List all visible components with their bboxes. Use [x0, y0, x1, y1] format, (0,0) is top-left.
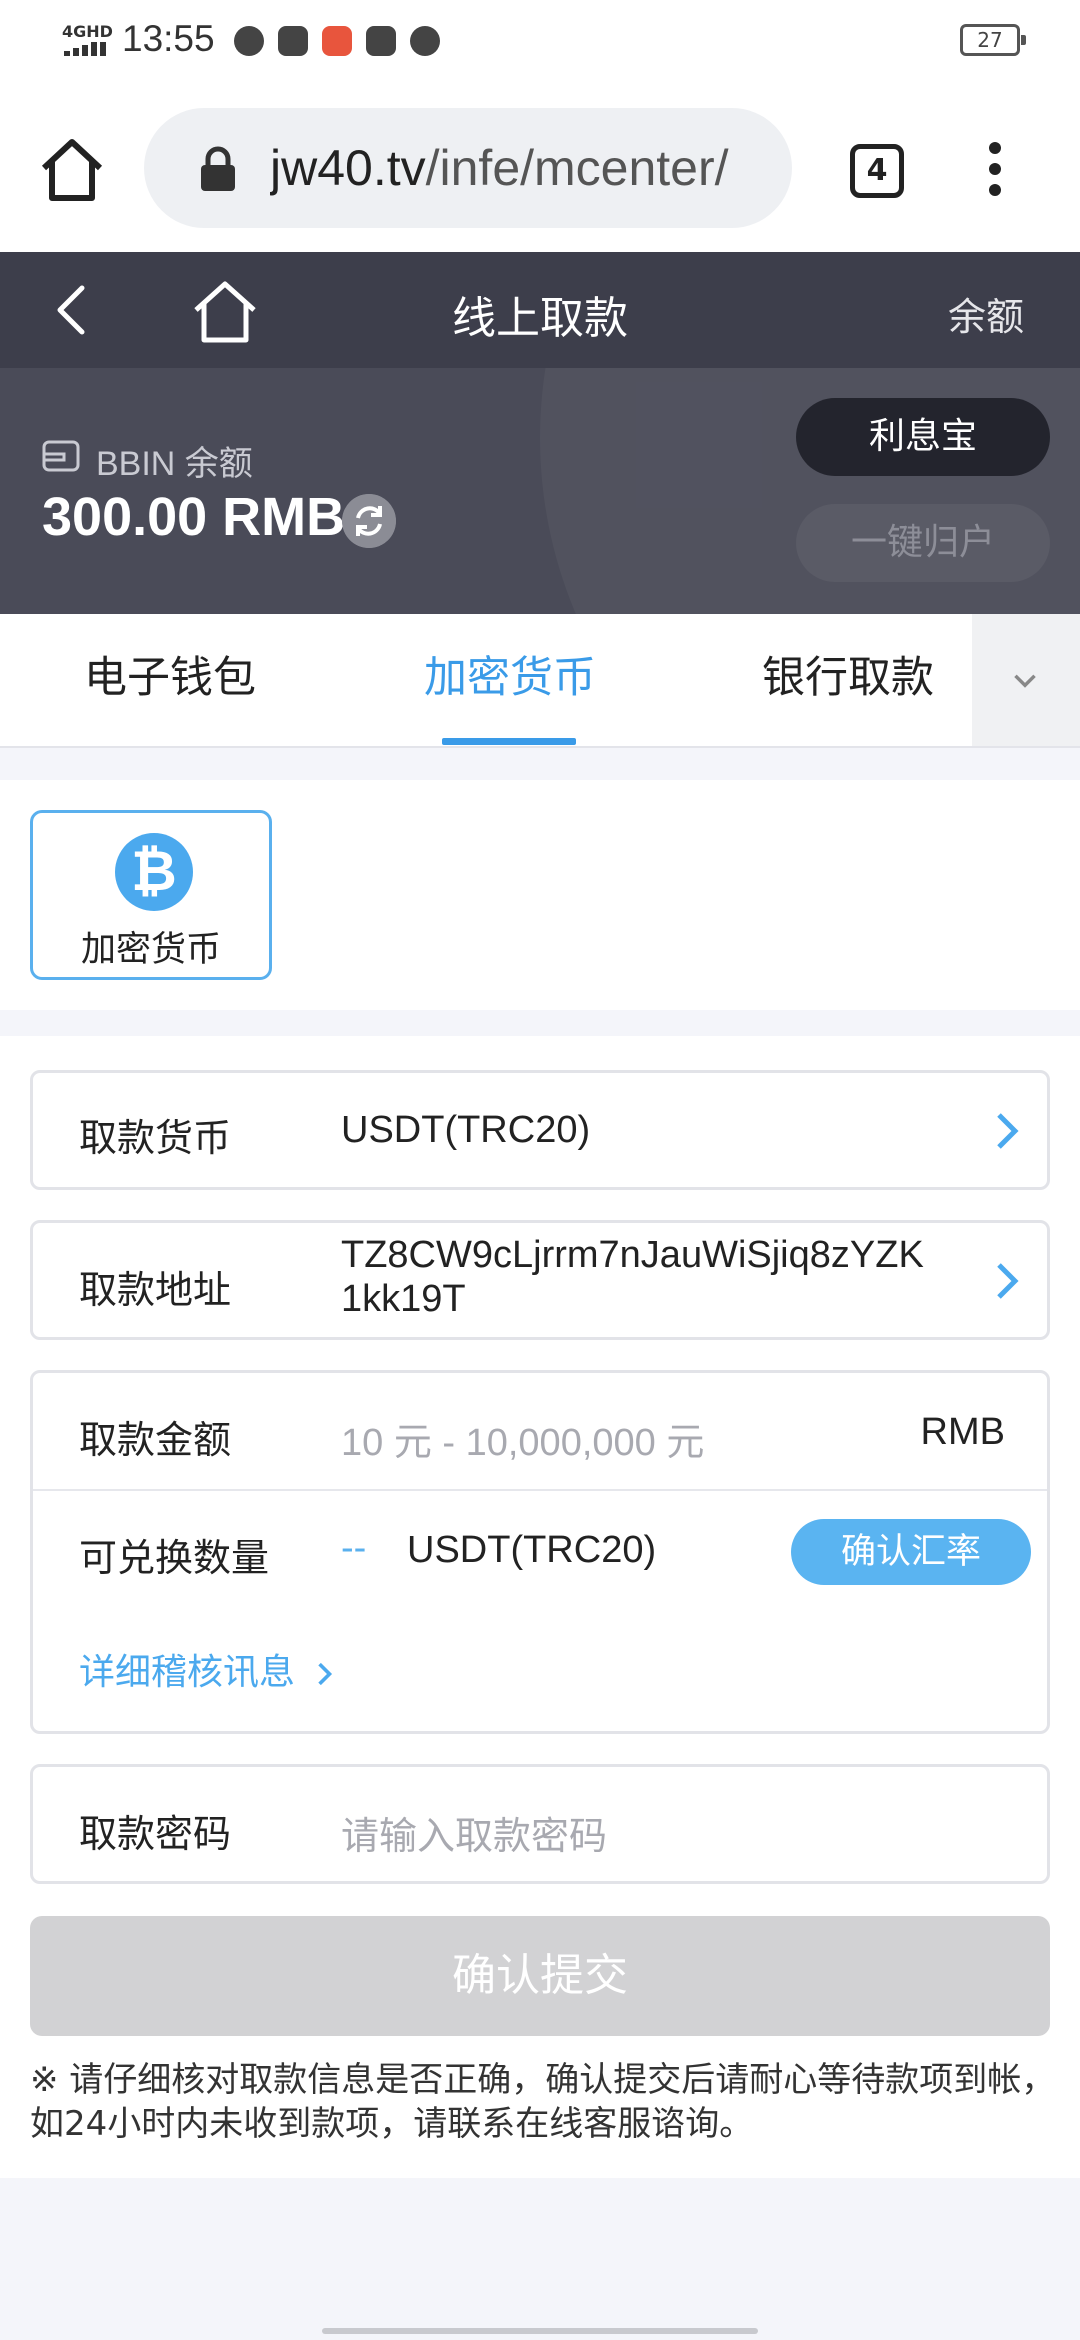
lock-icon: [201, 146, 235, 191]
crypto-method-card[interactable]: ₿ 加密货币: [30, 810, 272, 980]
chevron-right-icon: [997, 1263, 1019, 1299]
balance-panel: BBIN 余额 300.00 RMB 利息宝 一键归户: [0, 368, 1080, 614]
url-text[interactable]: jw40.tv/infe/mcenter/: [270, 138, 770, 198]
play-icon: [366, 26, 396, 56]
password-label: 取款密码: [79, 1812, 232, 1856]
address-bar[interactable]: jw40.tv/infe/mcenter/: [144, 108, 792, 228]
password-input[interactable]: 请输入取款密码: [341, 1805, 607, 1860]
page-title: 线上取款: [452, 293, 628, 344]
confirm-rate-button[interactable]: 确认汇率: [791, 1519, 1031, 1585]
convert-unit: USDT(TRC20): [407, 1529, 657, 1571]
tab-bank[interactable]: 银行取款: [718, 614, 978, 746]
leaf-icon: [410, 26, 440, 56]
address-line-2: 1kk19T: [341, 1278, 466, 1320]
home-indicator: [322, 2328, 758, 2334]
withdraw-notice: ※ 请仔细核对取款信息是否正确，确认提交后请耐心等待款项到帐，如24小时内未收到…: [30, 2060, 1056, 2144]
app-icon: [322, 26, 352, 56]
signal-icon: [64, 42, 114, 56]
status-bar: 4GHD 13:55 27: [0, 0, 1080, 84]
address-select[interactable]: 取款地址 TZ8CW9cLjrrm7nJauWiSjiq8zYZK 1kk19T: [30, 1220, 1050, 1340]
address-label: 取款地址: [79, 1268, 232, 1312]
tab-crypto[interactable]: 加密货币: [380, 614, 640, 746]
address-line-1: TZ8CW9cLjrrm7nJauWiSjiq8zYZK: [341, 1234, 924, 1276]
address-value: TZ8CW9cLjrrm7nJauWiSjiq8zYZK 1kk19T: [341, 1233, 924, 1321]
app-icon: [278, 26, 308, 56]
home-icon[interactable]: [190, 278, 260, 344]
audit-details-link[interactable]: 详细稽核讯息: [79, 1643, 334, 1695]
home-icon[interactable]: [36, 134, 108, 206]
one-click-collect-button[interactable]: 一键归户: [796, 504, 1050, 582]
clock: 13:55: [122, 18, 215, 59]
currency-value: USDT(TRC20): [341, 1109, 591, 1151]
withdraw-type-tabs: 电子钱包 加密货币 银行取款: [0, 614, 1080, 748]
app-header: 线上取款 余额: [0, 252, 1080, 368]
currency-label: 取款货币: [79, 1116, 232, 1160]
back-icon[interactable]: [48, 282, 98, 338]
method-label: 加密货币: [80, 930, 221, 970]
tab-count-button[interactable]: 4: [850, 144, 904, 198]
bitcoin-icon: ₿: [115, 833, 193, 911]
tab-e-wallet[interactable]: 电子钱包: [40, 614, 300, 746]
amount-divider: [33, 1489, 1047, 1491]
wallet-icon: [42, 440, 80, 472]
interest-button[interactable]: 利息宝: [796, 398, 1050, 476]
chevron-right-icon: [997, 1113, 1019, 1149]
submit-button[interactable]: 确认提交: [30, 1916, 1050, 2036]
battery-icon: 27: [960, 24, 1026, 56]
amount-unit: RMB: [920, 1411, 1005, 1453]
browser-toolbar: jw40.tv/infe/mcenter/ 4: [0, 84, 1080, 252]
method-section: ₿ 加密货币: [0, 780, 1080, 1010]
currency-select[interactable]: 取款货币 USDT(TRC20): [30, 1070, 1050, 1190]
balance-label: BBIN 余额: [96, 445, 253, 483]
chevron-down-icon: [1014, 674, 1036, 688]
more-menu-icon[interactable]: [980, 142, 1010, 202]
withdraw-form: 取款货币 USDT(TRC20) 取款地址 TZ8CW9cLjrrm7nJauW…: [0, 1036, 1080, 2178]
active-tab-indicator: [442, 738, 576, 745]
amount-label: 取款金额: [79, 1418, 232, 1462]
network-type: 4GHD: [62, 22, 113, 41]
refresh-icon[interactable]: [342, 494, 396, 548]
password-box: 取款密码 请输入取款密码: [30, 1764, 1050, 1884]
amount-box: 取款金额 10 元 - 10,000,000 元 RMB 可兑换数量 -- US…: [30, 1370, 1050, 1734]
amount-input[interactable]: 10 元 - 10,000,000 元: [341, 1411, 704, 1466]
balance-link[interactable]: 余额: [948, 286, 1024, 341]
convert-label: 可兑换数量: [79, 1536, 270, 1580]
check-icon: [234, 26, 264, 56]
convert-value: --: [341, 1527, 367, 1569]
chevron-right-icon: [318, 1662, 333, 1686]
balance-amount: 300.00 RMB: [42, 487, 346, 547]
tabs-expand-button[interactable]: [972, 614, 1080, 746]
